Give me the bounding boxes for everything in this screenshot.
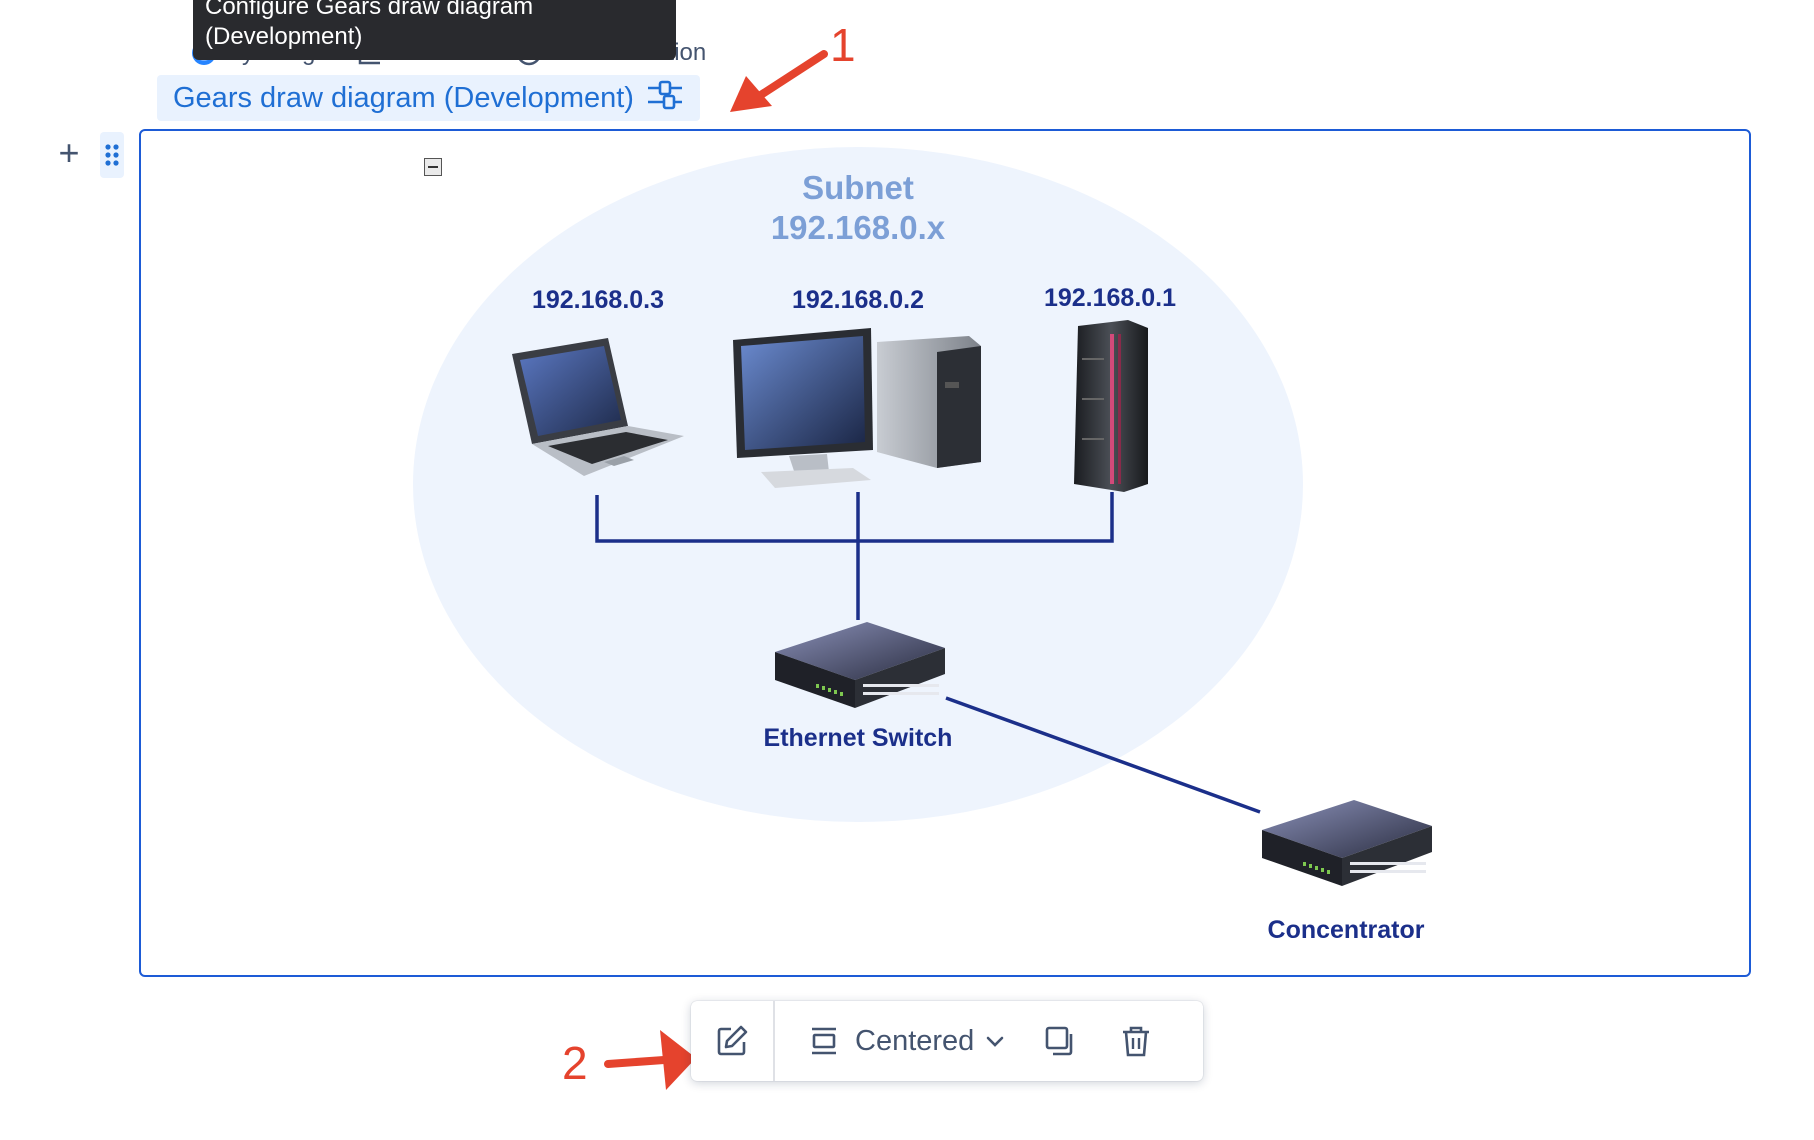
- align-center-icon: [812, 1027, 836, 1055]
- edit-pencil-icon: [717, 1025, 748, 1056]
- copy-button[interactable]: [1022, 1011, 1098, 1071]
- layout-dropdown-label: Centered: [855, 1024, 975, 1057]
- ethernet-switch-label: Ethernet Switch: [763, 724, 953, 752]
- chevron-down-icon: [987, 1036, 1004, 1047]
- layout-dropdown[interactable]: Centered: [775, 1011, 1006, 1071]
- concentrator-label: Concentrator: [1267, 916, 1425, 944]
- delete-button[interactable]: [1098, 1011, 1174, 1071]
- ethernet-switch-icon[interactable]: [771, 618, 947, 714]
- concentrator-icon[interactable]: [1258, 796, 1434, 892]
- trash-icon: [1123, 1026, 1150, 1057]
- copy-icon: [1046, 1026, 1073, 1056]
- annotation-arrow-2: [604, 1030, 696, 1090]
- desktop-computer-icon[interactable]: [731, 322, 987, 488]
- laptop-icon[interactable]: [508, 334, 688, 480]
- macro-floating-toolbar: Centered: [691, 1001, 1203, 1081]
- edit-button[interactable]: [691, 1011, 773, 1071]
- server-rack-icon[interactable]: [1068, 318, 1152, 494]
- annotation-number-2: 2: [562, 1037, 588, 1089]
- network-connections: [595, 492, 1261, 814]
